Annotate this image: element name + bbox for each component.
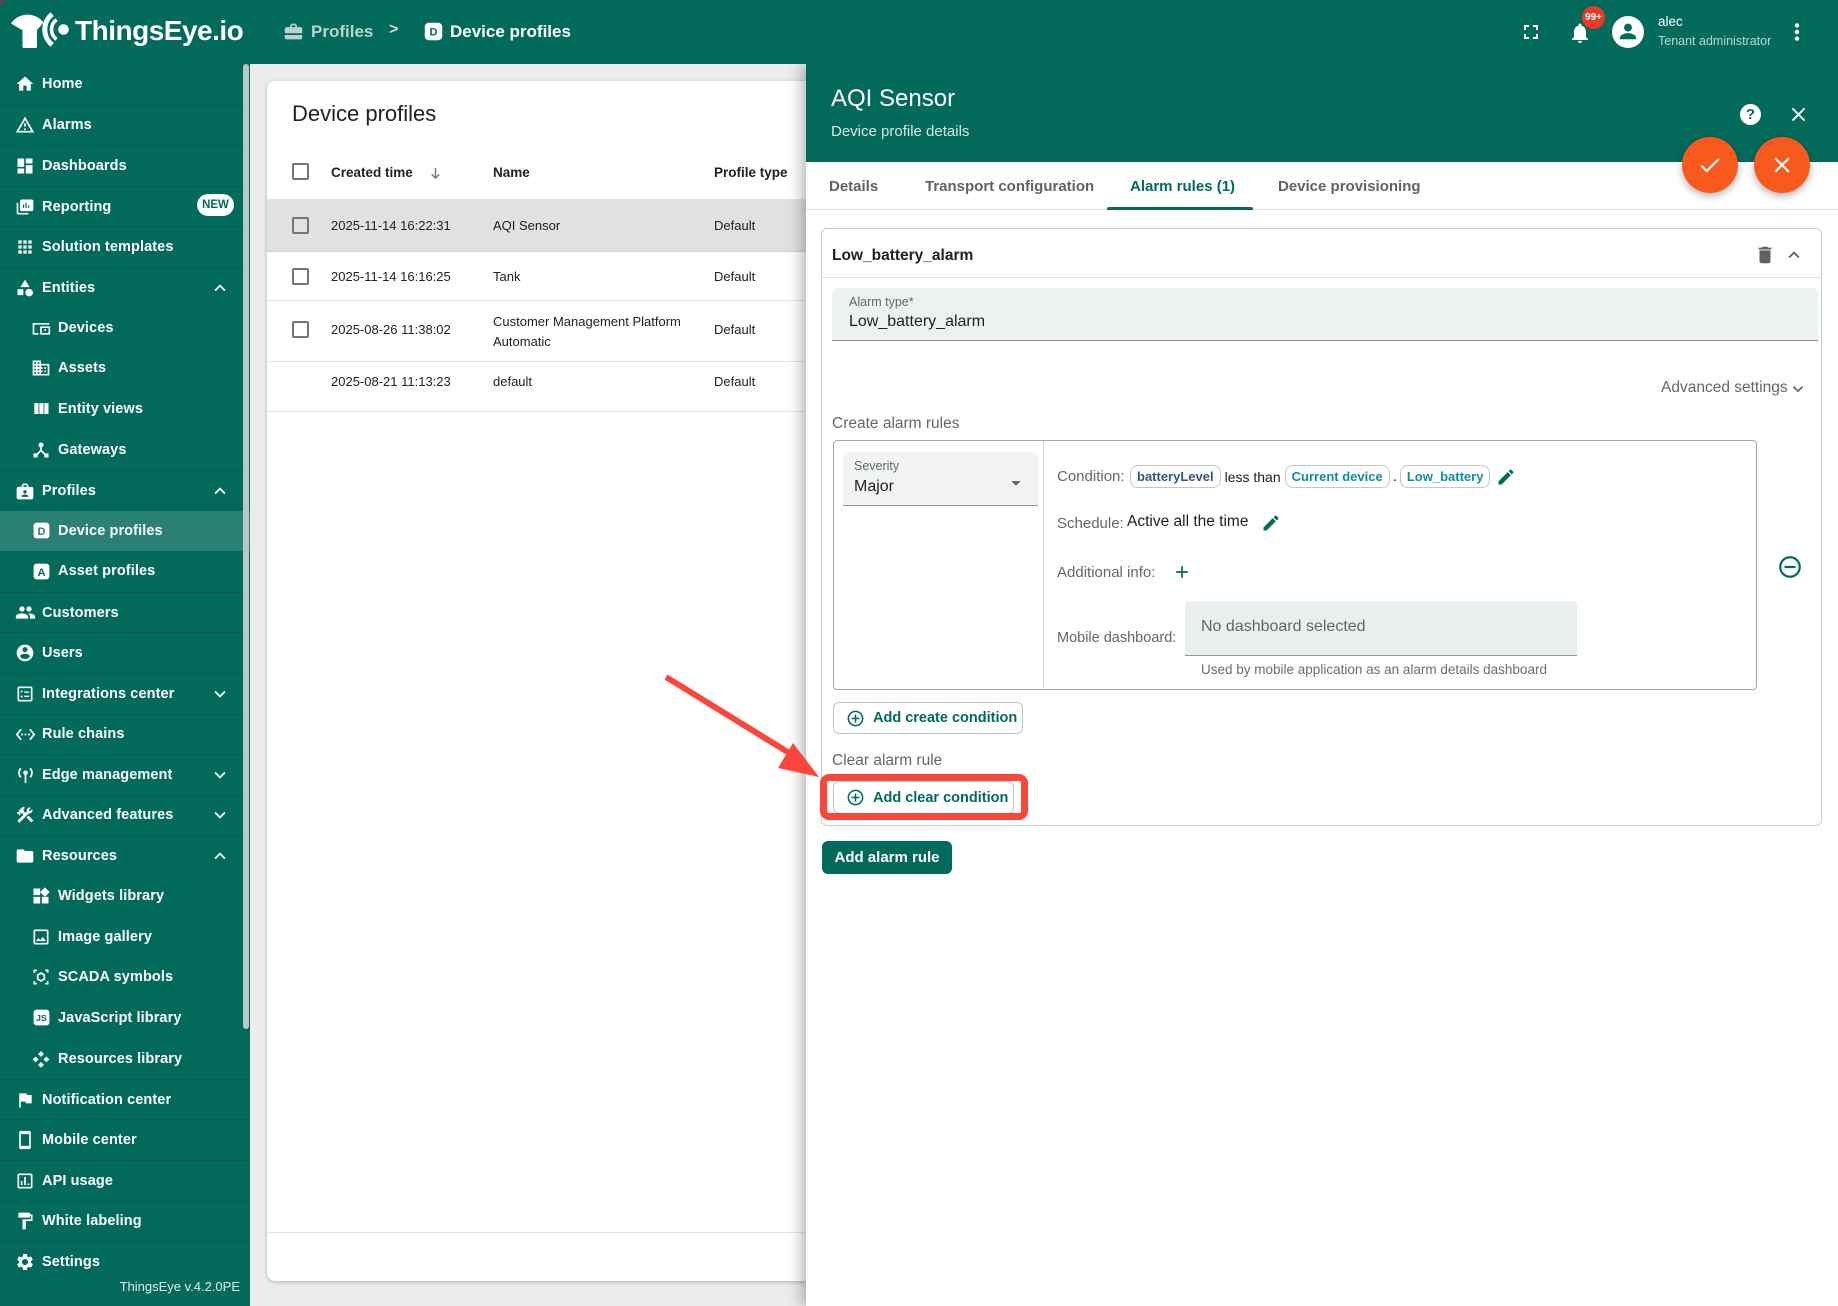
svg-text:D: D — [429, 26, 437, 38]
svg-text:A: A — [37, 567, 45, 579]
svg-text:D: D — [37, 526, 45, 538]
svg-text:JS: JS — [36, 1014, 47, 1024]
